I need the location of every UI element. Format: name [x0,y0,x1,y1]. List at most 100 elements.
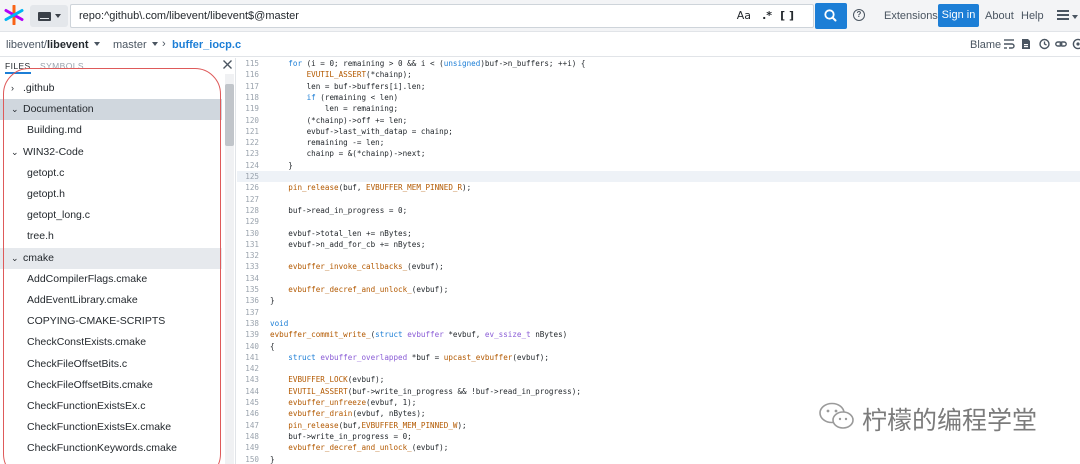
close-icon[interactable] [222,59,233,70]
code-line: 143 EVBUFFER_LOCK(evbuf); [237,374,1080,385]
line-number[interactable]: 125 [237,171,259,182]
line-number[interactable]: 123 [237,148,259,159]
line-number[interactable]: 137 [237,307,259,318]
line-number[interactable]: 133 [237,261,259,272]
code-text: evbuffer_unfreeze(evbuf, 1); [288,398,417,407]
breadcrumb-file[interactable]: buffer_iocp.c [172,39,241,51]
tree-file[interactable]: CheckFileOffsetBits.cmake [0,375,222,396]
line-number[interactable]: 130 [237,228,259,239]
tree-file[interactable]: getopt.c [0,163,222,184]
tree-file[interactable]: tree.h [0,226,222,247]
tree-file[interactable]: AddEventLibrary.cmake [0,290,222,311]
history-icon[interactable] [1038,38,1050,50]
line-number[interactable]: 115 [237,58,259,69]
line-number[interactable]: 146 [237,408,259,419]
chevron-down-icon[interactable]: ⌄ [11,248,19,269]
code-text: evbuf->n_add_for_cb += nBytes; [270,239,426,249]
tab-symbols[interactable]: SYMBOLS [40,61,84,71]
tree-file[interactable]: CheckFunctionExistsEx.c [0,396,222,417]
line-number[interactable]: 143 [237,374,259,385]
chevron-down-icon[interactable]: ⌄ [11,99,19,120]
tree-file[interactable]: CheckFunctionExistsEx.cmake [0,417,222,438]
line-number[interactable]: 116 [237,69,259,80]
external-link-icon[interactable] [1071,38,1080,50]
line-number[interactable]: 118 [237,92,259,103]
link-icon[interactable] [1055,38,1067,50]
line-number[interactable]: 149 [237,442,259,453]
tab-files[interactable]: FILES [5,61,31,74]
line-number[interactable]: 128 [237,205,259,216]
tree-folder[interactable]: ⌄ cmake [0,247,222,269]
about-link[interactable]: About [985,10,1014,22]
hamburger-menu-icon[interactable] [1057,10,1069,20]
breadcrumb-repo[interactable]: libevent/libevent [6,39,100,51]
line-number[interactable]: 147 [237,420,259,431]
line-number[interactable]: 145 [237,397,259,408]
help-link[interactable]: Help [1021,10,1044,22]
tree-file[interactable]: CheckConstExists.cmake [0,332,222,353]
line-number[interactable]: 148 [237,431,259,442]
code-line: 144 EVUTIL_ASSERT(buf->write_in_progress… [237,386,1080,397]
tree-file[interactable]: getopt_long.c [0,205,222,226]
line-number[interactable]: 144 [237,386,259,397]
line-number[interactable]: 126 [237,182,259,193]
line-number[interactable]: 135 [237,284,259,295]
tree-folder[interactable]: ⌄ WIN32-Code [0,142,222,163]
search-mode-dropdown[interactable] [30,5,68,27]
search-button[interactable] [815,3,847,29]
search-header: Aa .* [ ] ? Extensions Sign in About Hel… [0,0,1080,32]
sourcegraph-logo-icon[interactable] [4,5,24,25]
code-line: 127 [237,194,1080,205]
line-number[interactable]: 121 [237,126,259,137]
line-number[interactable]: 150 [237,454,259,464]
code-line: 133 evbuffer_invoke_callbacks_(evbuf); [237,261,1080,272]
tree-item-label: tree.h [27,230,54,243]
code-line: 136} [237,295,1080,306]
line-number[interactable]: 127 [237,194,259,205]
tree-file[interactable]: Building.md [0,120,222,141]
case-sensitivity-toggle[interactable]: Aa [737,9,751,22]
raw-file-icon[interactable] [1020,38,1032,50]
line-number[interactable]: 134 [237,273,259,284]
line-number[interactable]: 131 [237,239,259,250]
line-number[interactable]: 136 [237,295,259,306]
tree-file[interactable]: CheckFileOffsetBits.c [0,354,222,375]
tree-folder[interactable]: ⌄ Documentation [0,99,222,121]
tree-file[interactable]: CheckFunctionKeywords.cmake [0,438,222,459]
structural-search-toggle[interactable]: [ ] [780,9,794,22]
chevron-down-icon [151,42,158,46]
sign-in-button[interactable]: Sign in [938,4,979,27]
line-number[interactable]: 132 [237,250,259,261]
line-number[interactable]: 117 [237,81,259,92]
chevron-right-icon[interactable]: › [11,78,14,99]
tree-file[interactable]: COPYING-CMAKE-SCRIPTS [0,311,222,332]
tree-folder[interactable]: › .github [0,78,222,99]
line-number[interactable]: 129 [237,216,259,227]
regex-toggle[interactable]: .* [762,9,772,22]
tree-file[interactable]: AddCompilerFlags.cmake [0,269,222,290]
tree-item-label: COPYING-CMAKE-SCRIPTS [27,315,166,328]
line-number[interactable]: 139 [237,329,259,340]
wrap-lines-icon[interactable] [1003,38,1015,50]
line-number[interactable]: 120 [237,115,259,126]
line-number[interactable]: 140 [237,341,259,352]
line-number[interactable]: 142 [237,363,259,374]
sidebar-scrollbar-thumb[interactable] [225,84,234,146]
tree-file[interactable]: getopt.h [0,184,222,205]
code-text: void [270,318,289,328]
search-icon [824,9,837,22]
line-number[interactable]: 119 [237,103,259,114]
blame-button[interactable]: Blame [970,39,1001,51]
search-input[interactable] [71,5,741,27]
breadcrumb-branch[interactable]: master [113,39,158,51]
line-number[interactable]: 122 [237,137,259,148]
chevron-down-icon[interactable] [1072,15,1078,19]
help-icon[interactable]: ? [853,9,865,21]
tree-item-label: Documentation [23,103,94,116]
line-number[interactable]: 138 [237,318,259,329]
code-text: } [270,160,293,170]
line-number[interactable]: 141 [237,352,259,363]
chevron-down-icon[interactable]: ⌄ [11,142,19,163]
extensions-link[interactable]: Extensions [884,10,938,22]
line-number[interactable]: 124 [237,160,259,171]
